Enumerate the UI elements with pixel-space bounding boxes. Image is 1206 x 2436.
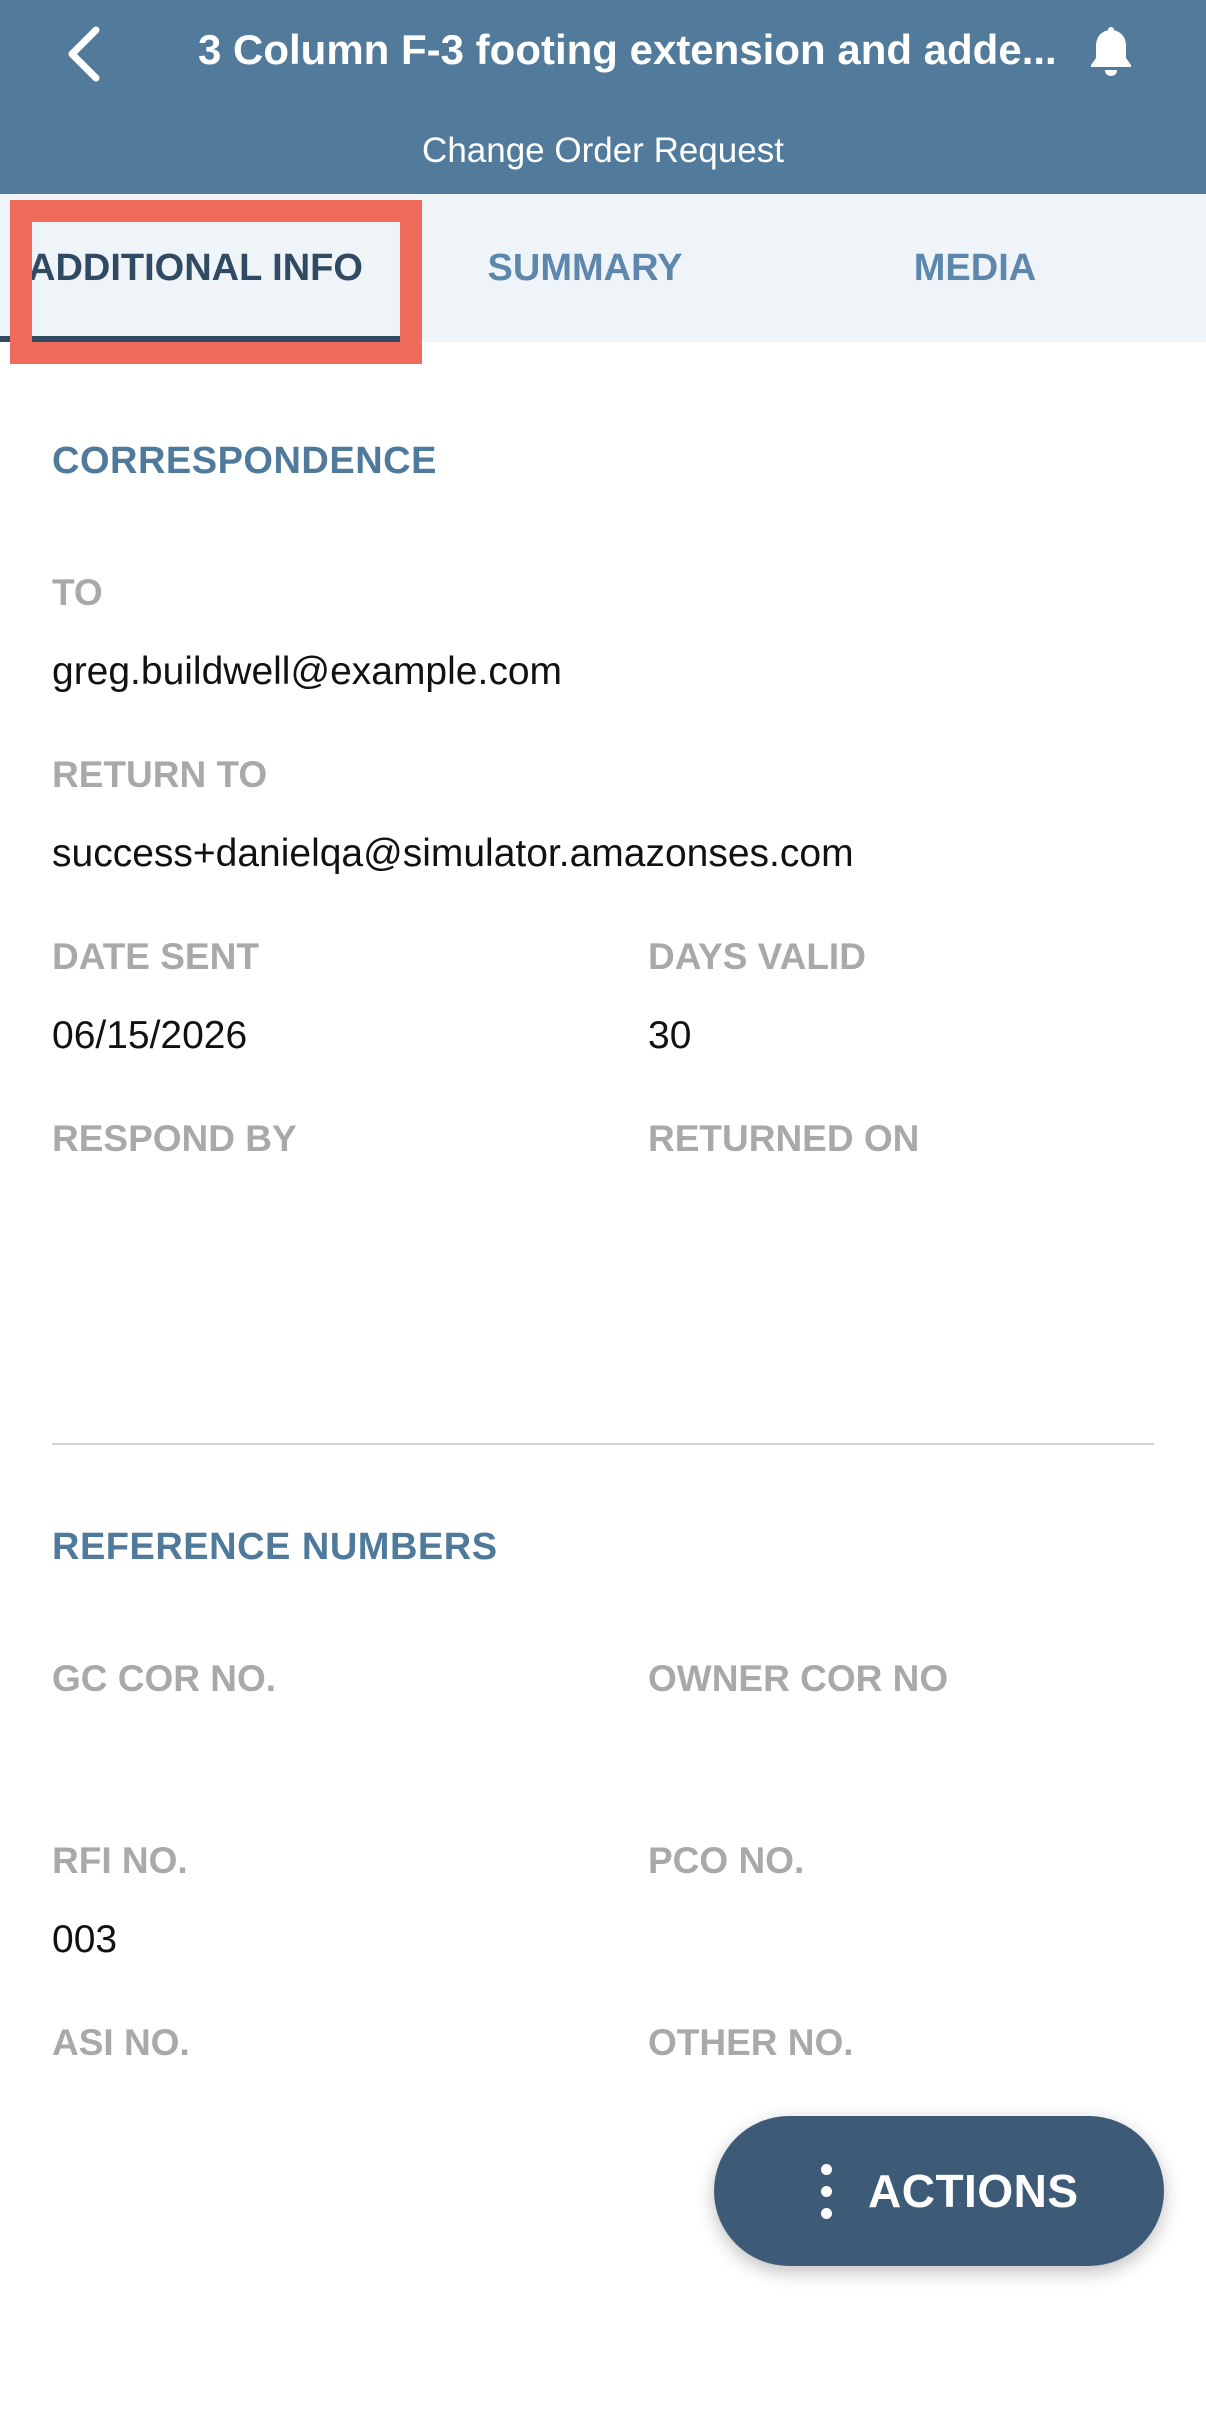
date-sent-label: DATE SENT: [52, 936, 259, 977]
actions-button-label: ACTIONS: [868, 2165, 1079, 2217]
respond-by-label: RESPOND BY: [52, 1118, 297, 1159]
more-vertical-icon: [816, 2164, 836, 2220]
app-header: 3 Column F-3 footing extension and adde.…: [0, 0, 1206, 194]
days-valid-value: 30: [648, 1014, 692, 1057]
correspondence-section-title: CORRESPONDENCE: [52, 440, 437, 482]
actions-button[interactable]: ACTIONS: [714, 2116, 1164, 2266]
page-subtitle: Change Order Request: [422, 131, 784, 170]
notifications-button[interactable]: [1080, 16, 1142, 86]
other-no-label: OTHER NO.: [648, 2022, 854, 2063]
rfi-value: 003: [52, 1918, 118, 1961]
to-label: TO: [52, 572, 103, 613]
page-title: 3 Column F-3 footing extension and adde.…: [198, 26, 1057, 73]
tab-media[interactable]: MEDIA: [810, 194, 1140, 342]
to-value: greg.buildwell@example.com: [52, 650, 562, 693]
tab-summary[interactable]: SUMMARY: [420, 194, 750, 342]
pco-label: PCO NO.: [648, 1840, 805, 1881]
owner-cor-label: OWNER COR NO: [648, 1658, 949, 1699]
section-divider: [52, 1443, 1154, 1445]
return-to-value: success+danielqa@simulator.amazonses.com: [52, 832, 854, 875]
bell-icon: [1091, 27, 1131, 76]
days-valid-label: DAYS VALID: [648, 936, 866, 977]
return-to-label: RETURN TO: [52, 754, 268, 795]
chevron-left-icon: [68, 26, 100, 82]
returned-on-label: RETURNED ON: [648, 1118, 920, 1159]
back-button[interactable]: [52, 14, 116, 94]
date-sent-value: 06/15/2026: [52, 1014, 248, 1057]
active-tab-indicator: [0, 336, 408, 342]
tab-bar: ADDITIONAL INFO SUMMARY MEDIA: [0, 194, 1206, 342]
gc-cor-label: GC COR NO.: [52, 1658, 277, 1699]
reference-numbers-section-title: REFERENCE NUMBERS: [52, 1526, 498, 1568]
tab-additional-info[interactable]: ADDITIONAL INFO: [0, 194, 408, 342]
asi-label: ASI NO.: [52, 2022, 190, 2063]
rfi-label: RFI NO.: [52, 1840, 188, 1881]
